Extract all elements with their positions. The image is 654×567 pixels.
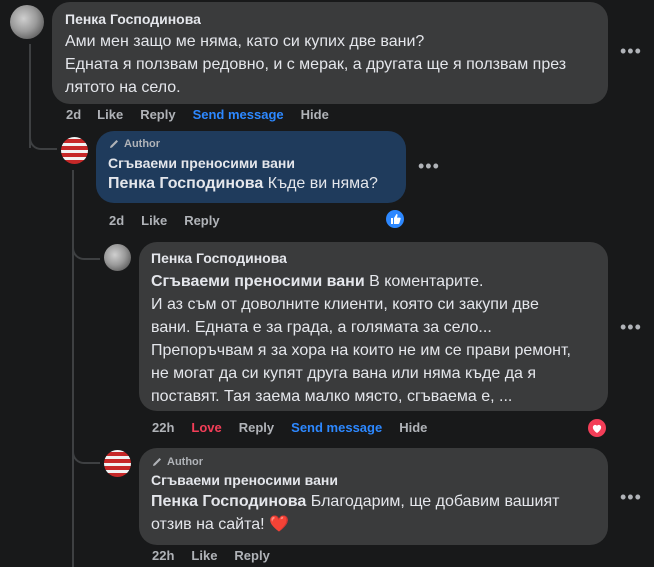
timestamp[interactable]: 2d (109, 213, 124, 228)
comment-author[interactable]: Пенка Господинова (65, 11, 595, 27)
reply-text-line: Препоръчвам я за хора на които не им се … (151, 342, 571, 359)
reply-button[interactable]: Reply (140, 107, 175, 122)
author-reply-bubble: Author Сгъваеми преносими вани Пенка Гос… (96, 131, 406, 203)
avatar[interactable] (61, 137, 88, 164)
mention[interactable]: Пенка Господинова (151, 493, 306, 510)
reply-actions: 2d Like Reply (109, 213, 237, 228)
comment-text-line: Едната я ползвам редовно, и с мерак, а д… (65, 56, 567, 73)
reply-text-line: вани. Едната е за града, а голямата за с… (151, 319, 492, 336)
reply-text-line: И аз съм от доволните клиенти, която си … (151, 296, 539, 313)
reply-text: Пенка Господинова Къде ви няма? (108, 172, 394, 195)
mention[interactable]: Пенка Господинова (108, 175, 263, 192)
thread-connector-reply3 (72, 444, 100, 464)
avatar[interactable] (104, 450, 131, 477)
timestamp[interactable]: 22h (152, 548, 174, 563)
comment-actions: 2d Like Reply Send message Hide (66, 107, 346, 122)
author-badge: Author (151, 456, 596, 468)
heart-emoji: ❤️ (269, 516, 289, 533)
author-reply-bubble: Author Сгъваеми преносими вани Пенка Гос… (139, 448, 608, 545)
author-badge: Author (108, 138, 394, 150)
reply-text-line: Благодарим, ще добавим вашият (306, 493, 560, 510)
like-button[interactable]: Like (191, 548, 217, 563)
reply-bubble: Пенка Господинова Сгъваеми преносими ван… (139, 242, 608, 411)
reply-actions: 22h Like Reply (152, 548, 287, 563)
like-reaction-icon[interactable] (384, 208, 406, 230)
love-button[interactable]: Love (191, 420, 221, 435)
more-options-icon[interactable]: ••• (620, 42, 642, 60)
reply-text-line: отзив на сайта! (151, 516, 270, 533)
author-badge-label: Author (167, 456, 204, 468)
mention[interactable]: Сгъваеми преносими вани (151, 273, 365, 290)
reply-author[interactable]: Сгъваеми преносими вани (108, 155, 394, 171)
reply-button[interactable]: Reply (184, 213, 219, 228)
like-button[interactable]: Like (97, 107, 123, 122)
more-options-icon[interactable]: ••• (620, 318, 642, 336)
reply-text: Сгъваеми преносими вани В коментарите. И… (151, 270, 596, 408)
thread-connector-reply1 (29, 128, 57, 150)
thread-connector-reply2 (72, 240, 100, 260)
reply-text-line: поставят. Тая заема малко място, сгъваем… (151, 388, 513, 405)
reply-text-body: Къде ви няма? (263, 175, 378, 192)
send-message-button[interactable]: Send message (193, 107, 284, 122)
avatar[interactable] (10, 5, 44, 39)
hide-button[interactable]: Hide (301, 107, 329, 122)
pencil-icon (153, 458, 161, 466)
comment-text-line: лятото на село. (65, 79, 181, 96)
reply-author[interactable]: Пенка Господинова (151, 250, 596, 266)
more-options-icon[interactable]: ••• (418, 157, 440, 175)
comment-text-line: Ами мен защо ме няма, като си купих две … (65, 33, 425, 50)
more-options-icon[interactable]: ••• (620, 488, 642, 506)
timestamp[interactable]: 22h (152, 420, 174, 435)
reply-text-line: В коментарите. (364, 273, 484, 290)
pencil-icon (110, 140, 118, 148)
reply-button[interactable]: Reply (239, 420, 274, 435)
reply-button[interactable]: Reply (234, 548, 269, 563)
like-button[interactable]: Like (141, 213, 167, 228)
send-message-button[interactable]: Send message (291, 420, 382, 435)
thread-line-sub (72, 170, 74, 567)
hide-button[interactable]: Hide (399, 420, 427, 435)
reply-text: Пенка Господинова Благодарим, ще добавим… (151, 490, 596, 536)
comment-text: Ами мен защо ме няма, като си купих две … (65, 30, 595, 99)
love-reaction-icon[interactable] (586, 417, 608, 439)
author-badge-label: Author (124, 138, 161, 150)
reply-author[interactable]: Сгъваеми преносими вани (151, 472, 596, 488)
reply-actions: 22h Love Reply Send message Hide (152, 420, 444, 435)
reply-text-line: не могат да си купят друга вана или няма… (151, 365, 537, 382)
comment-bubble: Пенка Господинова Ами мен защо ме няма, … (52, 2, 608, 104)
avatar[interactable] (104, 244, 131, 271)
timestamp[interactable]: 2d (66, 107, 81, 122)
